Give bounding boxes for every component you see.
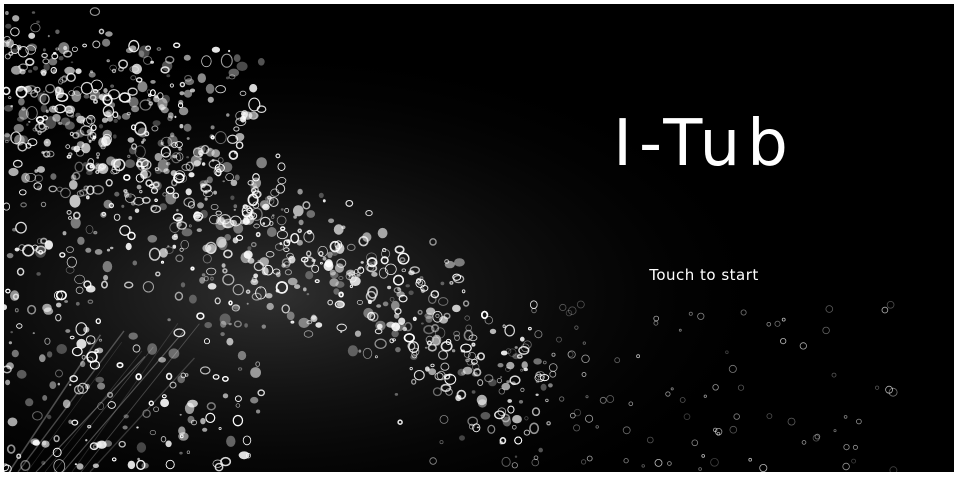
water-droplets-image (4, 4, 954, 472)
splash-screen[interactable]: I-Tub Touch to start (4, 4, 954, 472)
app-title: I-Tub (613, 107, 795, 181)
touch-to-start-label[interactable]: Touch to start (584, 268, 824, 283)
